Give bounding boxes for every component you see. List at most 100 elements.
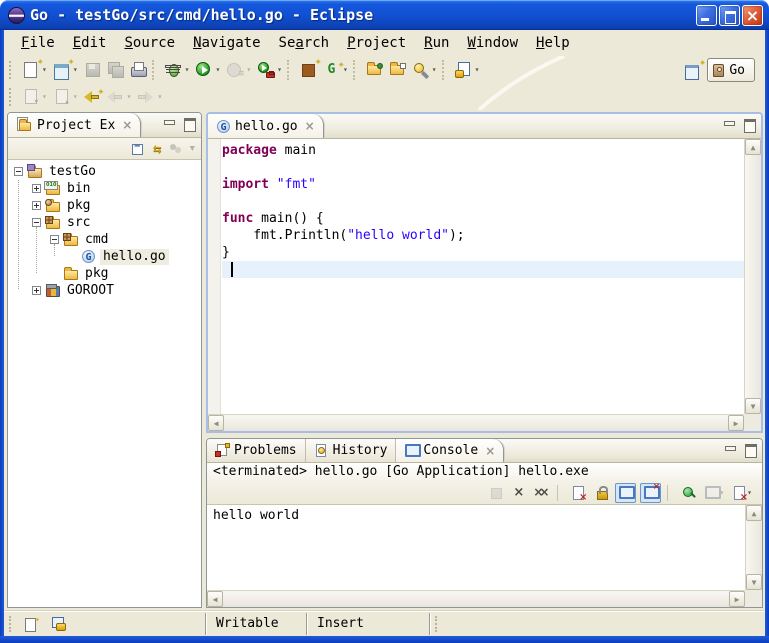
menu-navigate[interactable]: Navigate [184, 32, 269, 54]
open-type-button[interactable] [363, 58, 386, 82]
menu-source[interactable]: Source [115, 32, 184, 54]
save-all-button[interactable] [104, 58, 127, 82]
console-tab-history[interactable]: History [306, 439, 397, 462]
next-annotation-button[interactable]: ▾ [19, 85, 50, 109]
run-button[interactable]: ▾ [192, 58, 223, 82]
display-console-button[interactable]: ▾ [702, 483, 726, 503]
expand-icon[interactable] [32, 286, 41, 295]
forward-button[interactable]: ▾ [134, 85, 165, 109]
clear-console-button[interactable] [569, 483, 588, 503]
editor-tab-hello-go[interactable]: G hello.go × [208, 114, 324, 138]
tree-item-goroot[interactable]: GOROOT [32, 282, 117, 299]
scroll-up-icon[interactable]: ▲ [746, 505, 762, 521]
pin-console-button[interactable] [679, 483, 698, 503]
open-resource-button[interactable] [386, 58, 409, 82]
tree-item-src[interactable]: src [32, 214, 93, 231]
console-tab-problems[interactable]: Problems [207, 439, 306, 462]
scroll-right-icon[interactable]: ▶ [728, 415, 744, 431]
menu-project[interactable]: Project [338, 32, 415, 54]
scroll-down-icon[interactable]: ▼ [745, 398, 761, 414]
new-package-button[interactable] [297, 58, 320, 82]
dropdown-arrow-icon[interactable]: ▾ [73, 92, 78, 101]
project-explorer-tab[interactable]: Project Ex × [8, 113, 141, 137]
annotation-ruler[interactable] [208, 139, 221, 414]
console-maximize-icon[interactable] [744, 444, 757, 455]
menu-run[interactable]: Run [415, 32, 458, 54]
external-tools-button[interactable]: ▾ [254, 58, 285, 82]
tree-item-hello-go[interactable]: Ghello.go [68, 248, 169, 265]
collapse-all-icon[interactable] [132, 143, 145, 155]
code-editor[interactable]: package mainimport "fmt"func main() { fm… [208, 139, 761, 431]
dropdown-arrow-icon[interactable]: ▾ [246, 65, 251, 74]
scroll-right-icon[interactable]: ▶ [729, 591, 745, 607]
dropdown-arrow-icon[interactable]: ▾ [432, 65, 437, 74]
dropdown-arrow-icon[interactable]: ▾ [277, 65, 282, 74]
new-go-type-button[interactable]: G▾ [320, 58, 351, 82]
tree-item-testgo[interactable]: testGo [14, 163, 99, 180]
scroll-left-icon[interactable]: ◀ [207, 591, 223, 607]
prev-annotation-button[interactable]: ▾ [50, 85, 81, 109]
maximize-button[interactable] [719, 5, 740, 26]
editor-horizontal-scrollbar[interactable]: ◀ ▶ [208, 414, 744, 431]
explorer-minimize-icon[interactable] [163, 118, 176, 129]
show-stderr-button[interactable]: × [640, 483, 661, 503]
trim-stack-icon[interactable] [50, 617, 65, 631]
tree-item-pkg[interactable]: pkg [32, 197, 93, 214]
last-edit-location-button[interactable] [81, 85, 104, 109]
go-perspective-button[interactable]: Go [707, 58, 755, 82]
open-perspective-icon[interactable] [684, 62, 701, 79]
tree-item-pkg[interactable]: pkg [50, 265, 111, 282]
menu-edit[interactable]: Edit [64, 32, 116, 54]
collapse-icon[interactable] [14, 167, 23, 176]
minimize-button[interactable] [696, 5, 717, 26]
console-output-area[interactable]: hello world ▲ ▼ ◀ ▶ [207, 505, 762, 607]
new-display-button[interactable]: ▾ [50, 58, 81, 82]
scroll-up-icon[interactable]: ▲ [745, 139, 761, 155]
console-horizontal-scrollbar[interactable]: ◀ ▶ [207, 590, 745, 607]
dropdown-arrow-icon[interactable]: ▾ [215, 65, 220, 74]
editor-vertical-scrollbar[interactable]: ▲ ▼ [744, 139, 761, 414]
fast-view-icon[interactable] [25, 617, 38, 631]
scroll-down-icon[interactable]: ▼ [746, 574, 762, 590]
menu-window[interactable]: Window [458, 32, 527, 54]
new-wizard-button[interactable]: ▾ [19, 58, 50, 82]
focus-on-task-icon[interactable] [170, 144, 182, 154]
search-button[interactable]: ▾ [409, 58, 440, 82]
menu-help[interactable]: Help [527, 32, 579, 54]
explorer-maximize-icon[interactable] [183, 118, 196, 129]
terminate-button[interactable] [486, 483, 505, 503]
collapse-icon[interactable] [32, 218, 41, 227]
remove-all-launches-button[interactable] [532, 483, 551, 503]
close-console-tab-icon[interactable]: × [485, 445, 495, 457]
dropdown-arrow-icon[interactable]: ▾ [185, 65, 190, 74]
dropdown-arrow-icon[interactable]: ▾ [157, 92, 162, 101]
run-last-button[interactable]: ▾ [223, 58, 254, 82]
view-menu-icon[interactable]: ▼ [190, 144, 195, 154]
debug-button[interactable]: ▾ [162, 58, 193, 82]
show-stdout-button[interactable] [615, 483, 636, 503]
console-minimize-icon[interactable] [724, 444, 737, 455]
scroll-lock-button[interactable] [592, 483, 611, 503]
close-button[interactable] [742, 5, 763, 26]
link-with-editor-icon[interactable]: ⇆ [153, 143, 161, 155]
console-tab-console[interactable]: Console× [396, 439, 504, 462]
open-console-button[interactable]: ▾ [730, 483, 754, 503]
close-editor-tab-icon[interactable]: × [305, 120, 315, 132]
editor-minimize-icon[interactable] [723, 119, 736, 130]
editor-maximize-icon[interactable] [743, 119, 756, 130]
tree-item-cmd[interactable]: cmd [50, 231, 111, 248]
menu-file[interactable]: File [12, 32, 64, 54]
remove-launch-button[interactable]: × [509, 483, 528, 503]
scroll-left-icon[interactable]: ◀ [208, 415, 224, 431]
save-button[interactable] [81, 58, 104, 82]
expand-icon[interactable] [32, 184, 41, 193]
tree-item-bin[interactable]: 010bin [32, 180, 93, 197]
expand-icon[interactable] [32, 201, 41, 210]
dropdown-arrow-icon[interactable]: ▾ [42, 92, 47, 101]
console-vertical-scrollbar[interactable]: ▲ ▼ [745, 505, 762, 590]
dropdown-arrow-icon[interactable]: ▾ [127, 92, 132, 101]
print-button[interactable] [127, 58, 150, 82]
back-button[interactable]: ▾ [104, 85, 135, 109]
menu-search[interactable]: Search [270, 32, 339, 54]
collapse-icon[interactable] [50, 235, 59, 244]
